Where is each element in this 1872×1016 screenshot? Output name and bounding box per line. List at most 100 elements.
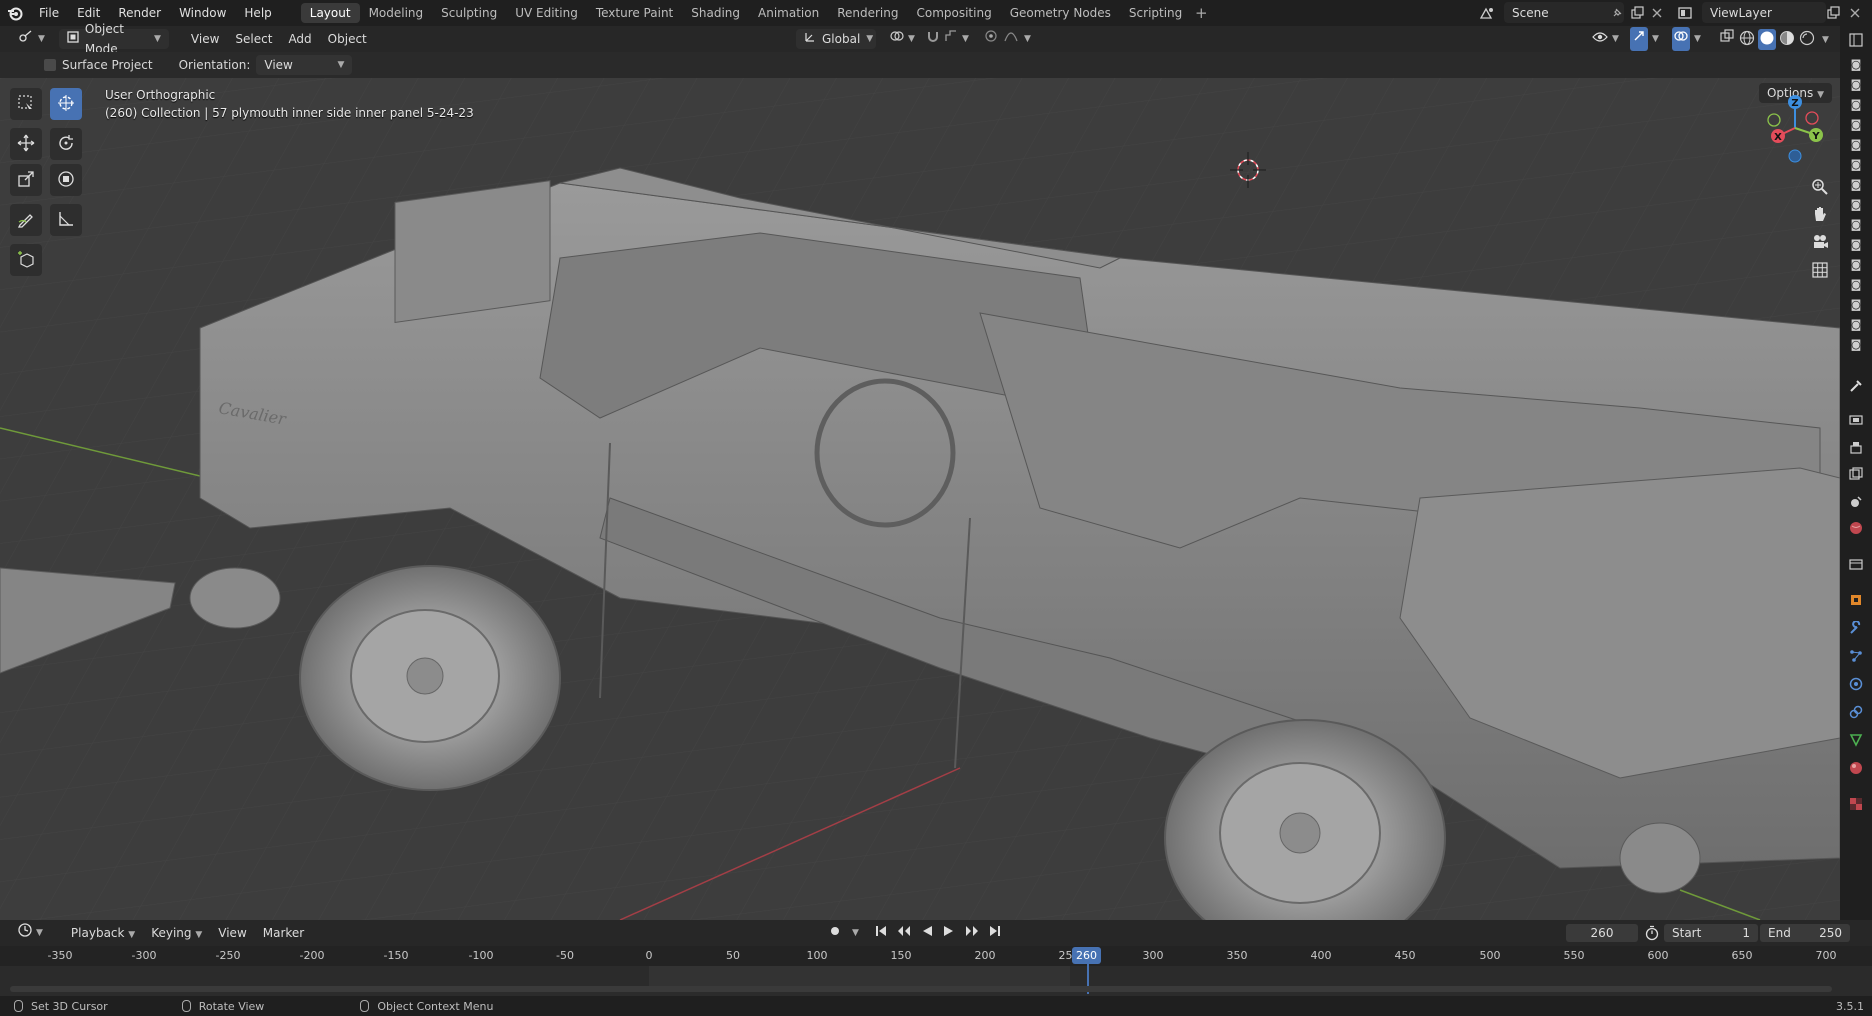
proportional-editing-button[interactable]: ▼	[976, 29, 1039, 49]
camera-render-icon[interactable]: ◙	[1848, 76, 1864, 92]
tab-scripting[interactable]: Scripting	[1120, 3, 1191, 23]
tab-sculpting[interactable]: Sculpting	[432, 3, 506, 23]
material-icon[interactable]	[1848, 760, 1864, 776]
camera-render-icon[interactable]: ◙	[1848, 256, 1864, 272]
camera-render-icon[interactable]: ◙	[1848, 156, 1864, 172]
tab-layout[interactable]: Layout	[300, 3, 360, 23]
end-frame-field[interactable]: End 250	[1760, 924, 1850, 942]
menu-file[interactable]: File	[30, 2, 68, 24]
timeline-scrollbar[interactable]	[10, 986, 1832, 992]
prev-keyframe-icon[interactable]	[897, 925, 911, 940]
cursor-tool[interactable]	[50, 88, 82, 120]
jump-end-icon[interactable]	[989, 925, 1001, 940]
solid-shading-icon[interactable]	[1758, 29, 1776, 50]
add-cube-tool[interactable]	[10, 244, 42, 276]
camera-render-icon[interactable]: ◙	[1848, 176, 1864, 192]
overlays-button[interactable]: ▼	[1664, 27, 1709, 51]
blender-logo-icon[interactable]	[0, 0, 30, 26]
camera-render-icon[interactable]: ◙	[1848, 336, 1864, 352]
render-properties-icon[interactable]	[1848, 412, 1864, 428]
header-menu-object[interactable]: Object	[320, 29, 375, 49]
rendered-shading-icon[interactable]	[1798, 29, 1816, 50]
tab-modeling[interactable]: Modeling	[360, 3, 433, 23]
surface-project-toggle[interactable]: Surface Project	[44, 58, 153, 72]
menu-help[interactable]: Help	[235, 2, 280, 24]
transform-tool[interactable]	[50, 164, 82, 196]
next-keyframe-icon[interactable]	[965, 925, 979, 940]
tab-texture-paint[interactable]: Texture Paint	[587, 3, 682, 23]
scale-tool[interactable]	[10, 164, 42, 196]
annotate-tool[interactable]	[10, 204, 42, 236]
measure-tool[interactable]	[50, 204, 82, 236]
object-data-icon[interactable]	[1848, 732, 1864, 748]
tab-compositing[interactable]: Compositing	[907, 3, 1000, 23]
camera-render-icon[interactable]: ◙	[1848, 316, 1864, 332]
frame-ruler[interactable]: -350 -300 -250 -200 -150 -100 -50 0 50 1…	[0, 946, 1872, 966]
timeline-editor-type-button[interactable]: ▼	[10, 923, 51, 943]
snap-button[interactable]: ▼	[918, 29, 977, 49]
orientation-dropdown[interactable]: View ▼	[256, 55, 353, 75]
camera-render-icon[interactable]: ◙	[1848, 136, 1864, 152]
header-menu-select[interactable]: Select	[227, 29, 280, 49]
particles-icon[interactable]	[1848, 648, 1864, 664]
wireframe-shading-icon[interactable]	[1738, 29, 1756, 50]
visibility-button[interactable]: ▼	[1584, 29, 1627, 49]
tab-uv-editing[interactable]: UV Editing	[506, 3, 587, 23]
header-menu-view[interactable]: View	[183, 29, 227, 49]
editor-type-button[interactable]: ▼	[10, 29, 53, 49]
camera-render-icon[interactable]: ◙	[1848, 196, 1864, 212]
delete-scene-icon[interactable]	[1648, 4, 1666, 22]
play-icon[interactable]	[943, 925, 955, 940]
camera-render-icon[interactable]: ◙	[1848, 276, 1864, 292]
wrench-modifier-icon[interactable]	[1848, 620, 1864, 636]
world-properties-icon[interactable]	[1848, 520, 1864, 536]
constraints-icon[interactable]	[1848, 704, 1864, 720]
view-layer-icon[interactable]	[1676, 4, 1694, 22]
chevron-down-icon[interactable]: ▼	[852, 928, 859, 938]
surface-project-checkbox[interactable]	[44, 59, 56, 71]
tab-shading[interactable]: Shading	[682, 3, 749, 23]
menu-window[interactable]: Window	[170, 2, 235, 24]
camera-render-icon[interactable]: ◙	[1848, 236, 1864, 252]
camera-render-icon[interactable]: ◙	[1848, 216, 1864, 232]
timeline-menu-playback[interactable]: Playback ▼	[63, 923, 143, 943]
new-view-layer-icon[interactable]	[1824, 4, 1842, 22]
navigation-gizmo[interactable]: Z X Y	[1760, 88, 1830, 168]
view-layer-properties-icon[interactable]	[1848, 466, 1864, 482]
scene-selector-icon[interactable]	[1478, 4, 1496, 22]
pin-icon[interactable]	[1608, 4, 1626, 22]
add-workspace-button[interactable]: +	[1191, 4, 1211, 22]
zoom-icon[interactable]	[1808, 175, 1832, 199]
tab-rendering[interactable]: Rendering	[828, 3, 907, 23]
timeline-menu-marker[interactable]: Marker	[255, 923, 312, 943]
select-box-tool[interactable]	[10, 88, 42, 120]
hand-pan-icon[interactable]	[1808, 202, 1832, 226]
camera-render-icon[interactable]: ◙	[1848, 296, 1864, 312]
tab-geometry-nodes[interactable]: Geometry Nodes	[1001, 3, 1120, 23]
scene-properties-icon[interactable]	[1848, 494, 1864, 510]
view-layer-field[interactable]: ViewLayer	[1702, 2, 1826, 23]
rotate-tool[interactable]	[50, 128, 82, 160]
pivot-point-button[interactable]: ▼	[882, 29, 923, 49]
tab-animation[interactable]: Animation	[749, 3, 828, 23]
stopwatch-icon[interactable]	[1644, 925, 1660, 944]
scene-field[interactable]: Scene	[1504, 2, 1624, 23]
collection-properties-icon[interactable]	[1848, 556, 1864, 572]
current-frame-field[interactable]: 260	[1566, 924, 1638, 942]
camera-render-icon[interactable]: ◙	[1848, 116, 1864, 132]
tool-properties-icon[interactable]	[1848, 378, 1864, 394]
move-tool[interactable]	[10, 128, 42, 160]
outliner-toggle-icon[interactable]	[1848, 32, 1864, 48]
playhead-marker[interactable]: 260	[1072, 947, 1101, 964]
record-icon[interactable]	[828, 924, 842, 941]
object-properties-icon[interactable]	[1848, 592, 1864, 608]
perspective-grid-icon[interactable]	[1808, 258, 1832, 282]
texture-icon[interactable]	[1848, 796, 1864, 812]
new-scene-icon[interactable]	[1628, 4, 1646, 22]
camera-view-icon[interactable]	[1808, 230, 1832, 254]
timeline-menu-view[interactable]: View	[210, 923, 254, 943]
material-shading-icon[interactable]	[1778, 29, 1796, 50]
play-reverse-icon[interactable]	[921, 925, 933, 940]
physics-icon[interactable]	[1848, 676, 1864, 692]
camera-render-icon[interactable]: ◙	[1848, 56, 1864, 72]
